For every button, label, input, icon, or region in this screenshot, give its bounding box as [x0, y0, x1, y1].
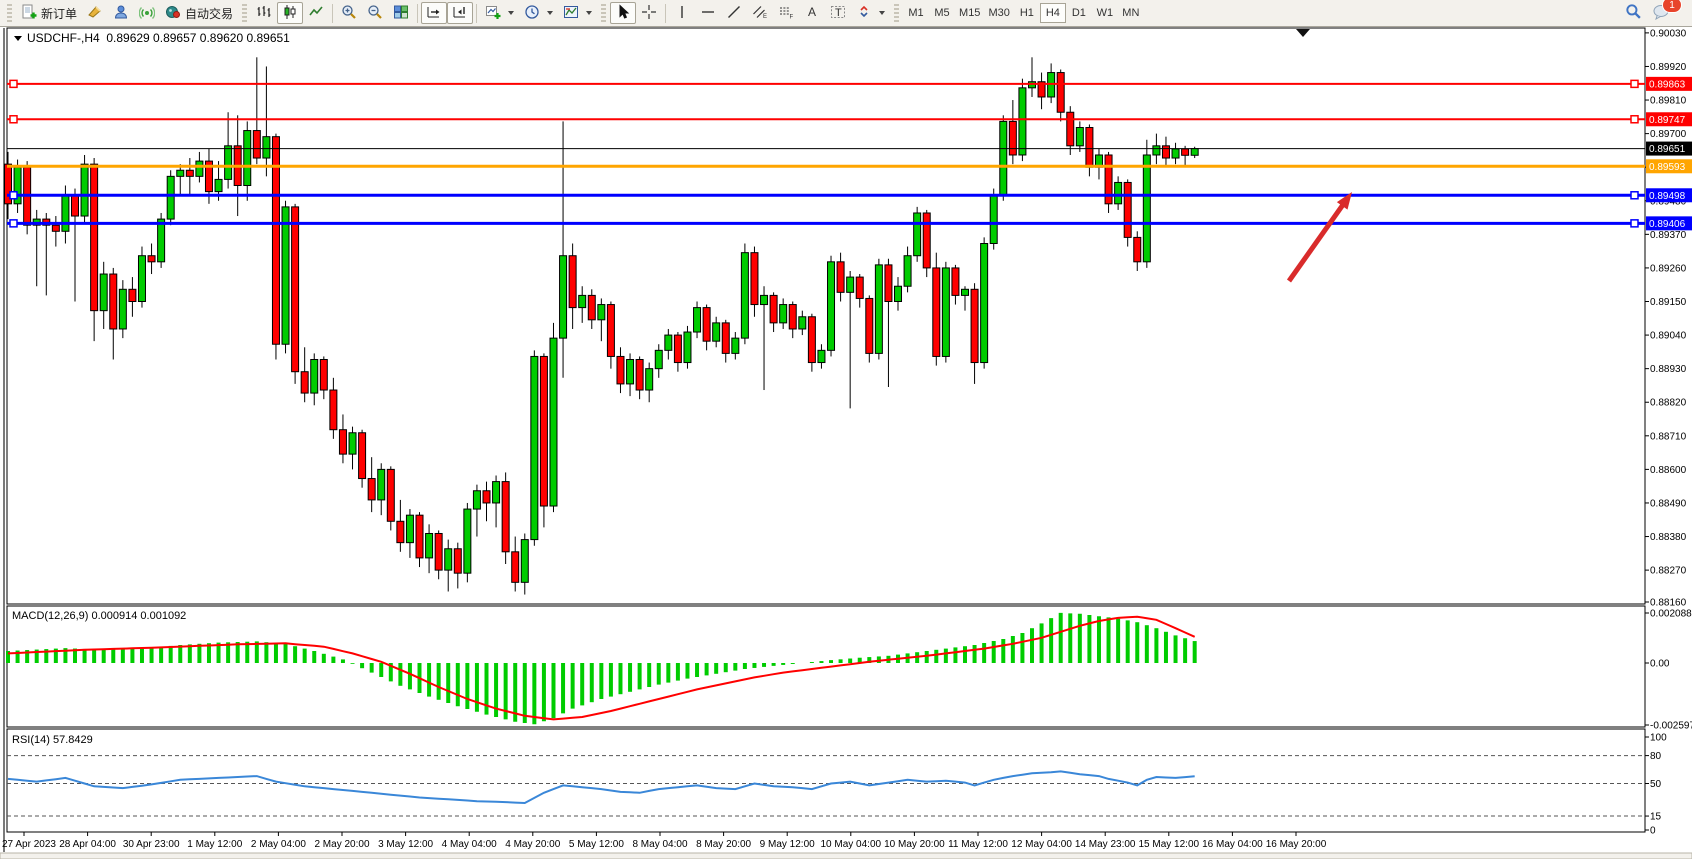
- price-badge-label: 0.89593: [1649, 162, 1686, 173]
- price-axis[interactable]: 0.900300.899200.898100.897000.895900.894…: [1645, 28, 1692, 836]
- price-tick-label: 0.88380: [1650, 532, 1687, 543]
- time-tick-label: 14 May 23:00: [1075, 839, 1136, 850]
- mt4-terminal-window: 新订单 自动交易: [0, 0, 1692, 859]
- price-tick-label: 0.90030: [1650, 28, 1687, 39]
- rsi-indicator-label: RSI(14) 57.8429: [12, 734, 93, 746]
- price-badge-label: 0.89498: [1649, 191, 1686, 202]
- macd-axis-label: 0.00: [1650, 659, 1670, 670]
- price-tick-label: 0.89260: [1650, 263, 1687, 274]
- trend-arrow-annotation[interactable]: [1289, 192, 1352, 281]
- horizontal-lines-layer[interactable]: [7, 80, 1645, 226]
- price-tick-label: 0.89370: [1650, 230, 1687, 241]
- time-tick-label: 27 Apr 2023: [2, 839, 56, 850]
- rsi-value: 57.8429: [53, 734, 93, 746]
- time-tick-label: 4 May 20:00: [505, 839, 560, 850]
- macd-axis-label: -0.002597: [1650, 721, 1692, 732]
- price-tick-label: 0.88160: [1650, 598, 1687, 609]
- chart-canvas[interactable]: 0.900300.899200.898100.897000.895900.894…: [0, 0, 1692, 859]
- price-badge: 0.89593: [1646, 159, 1692, 173]
- price-tick-label: 0.89810: [1650, 96, 1687, 107]
- price-badge-label: 0.89747: [1649, 115, 1686, 126]
- price-tick-label: 0.88600: [1650, 465, 1687, 476]
- time-tick-label: 10 May 04:00: [820, 839, 881, 850]
- price-badge: 0.89406: [1646, 216, 1692, 230]
- time-axis[interactable]: 27 Apr 202328 Apr 04:00 30 Apr 23:00 1 May…: [2, 832, 1327, 850]
- time-tick-label: 8 May 20:00: [696, 839, 751, 850]
- price-badge-label: 0.89863: [1649, 79, 1686, 90]
- time-tick-label: 5 May 12:00: [569, 839, 624, 850]
- price-tick-label: 0.88710: [1650, 431, 1687, 442]
- rsi-line: [8, 771, 1195, 803]
- time-tick-label: 12 May 04:00: [1011, 839, 1072, 850]
- rsi-axis-label: 50: [1650, 779, 1662, 790]
- time-tick-label: 11 May 12:00: [948, 839, 1008, 850]
- rsi-axis-label: 80: [1650, 751, 1662, 762]
- price-badge: 0.89498: [1646, 188, 1692, 202]
- price-badge-label: 0.89651: [1649, 144, 1686, 155]
- time-tick-label: 4 May 04:00: [442, 839, 497, 850]
- price-tick-label: 0.89040: [1650, 331, 1687, 342]
- time-tick-label: 16 May 20:00: [1266, 839, 1327, 850]
- symbol-period-label: USDCHF-,H4: [27, 31, 100, 45]
- time-tick-label: 16 May 04:00: [1202, 839, 1263, 850]
- rsi-name: RSI(14): [12, 734, 50, 746]
- rsi-axis-label: 0: [1650, 826, 1656, 837]
- price-badge: 0.89651: [1646, 142, 1692, 156]
- price-badge-label: 0.89406: [1649, 219, 1686, 230]
- time-tick-label: 1 May 12:00: [187, 839, 242, 850]
- macd-axis-label: 0.002088: [1650, 609, 1692, 620]
- price-tick-label: 0.88270: [1650, 566, 1687, 577]
- time-tick-label: 3 May 12:00: [378, 839, 433, 850]
- price-tick-label: 0.89150: [1650, 297, 1687, 308]
- price-tick-label: 0.89700: [1650, 129, 1687, 140]
- price-tick-label: 0.89920: [1650, 62, 1687, 73]
- macd-name: MACD(12,26,9): [12, 610, 88, 622]
- macd-values: 0.000914 0.001092: [91, 610, 186, 622]
- price-tick-label: 0.88820: [1650, 398, 1687, 409]
- rsi-axis-label: 100: [1650, 733, 1667, 744]
- chart-shift-marker[interactable]: [1296, 29, 1310, 37]
- time-tick-label: 30 Apr 23:00: [123, 839, 180, 850]
- price-tick-label: 0.88930: [1650, 364, 1687, 375]
- price-badge: 0.89863: [1646, 77, 1692, 91]
- macd-histogram: [8, 613, 1195, 724]
- chart-title: USDCHF-,H4 0.89629 0.89657 0.89620 0.896…: [14, 31, 290, 45]
- collapse-arrow-icon[interactable]: [14, 36, 22, 41]
- time-tick-label: 2 May 04:00: [251, 839, 306, 850]
- price-tick-label: 0.88490: [1650, 498, 1687, 509]
- candles-layer: [5, 57, 1199, 594]
- time-tick-label: 8 May 04:00: [632, 839, 687, 850]
- ohlc-values: 0.89629 0.89657 0.89620 0.89651: [106, 31, 290, 45]
- time-tick-label: 2 May 20:00: [314, 839, 369, 850]
- price-badge: 0.89747: [1646, 112, 1692, 126]
- time-tick-label: 15 May 12:00: [1138, 839, 1199, 850]
- time-tick-label: 10 May 20:00: [884, 839, 945, 850]
- rsi-axis-label: 15: [1650, 812, 1662, 823]
- time-tick-label: 28 Apr 04:00: [59, 839, 116, 850]
- time-tick-label: 9 May 12:00: [760, 839, 815, 850]
- macd-indicator-label: MACD(12,26,9) 0.000914 0.001092: [12, 610, 186, 622]
